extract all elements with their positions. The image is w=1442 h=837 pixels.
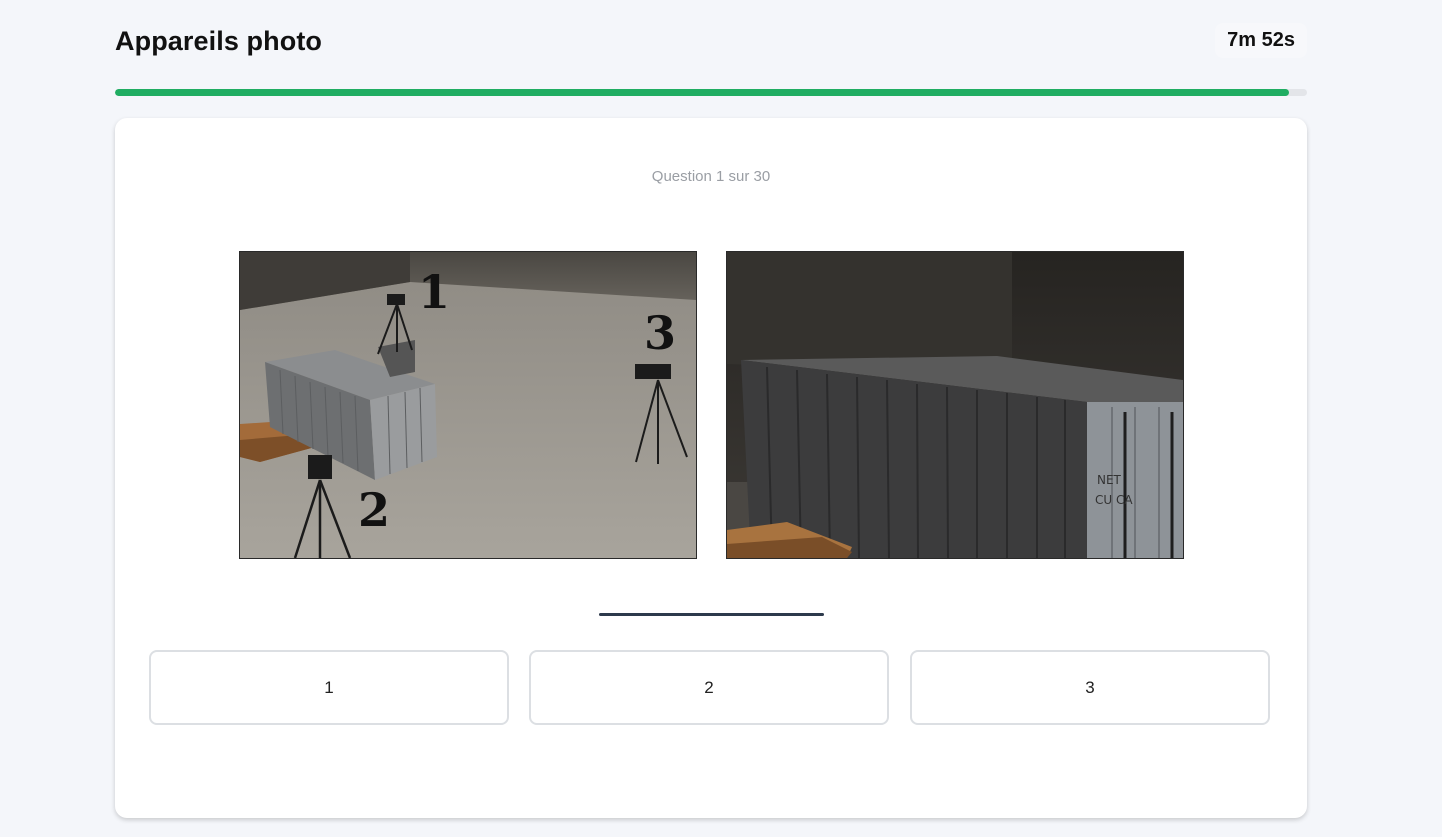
question-card: Question 1 sur 30 1 3 2 NET CU CA 1 2 3 xyxy=(115,118,1307,818)
container-marking-code: CU CA xyxy=(1095,493,1133,507)
container-marking-net: NET xyxy=(1097,473,1122,487)
camera-view-image: NET CU CA xyxy=(726,251,1184,559)
answer-button-2[interactable]: 2 xyxy=(529,650,889,725)
answer-label: 1 xyxy=(324,677,334,697)
overview-scene-image: 1 3 2 xyxy=(239,251,697,559)
page-title: Appareils photo xyxy=(115,26,323,56)
progress-bar-fill xyxy=(115,89,1290,96)
answer-button-3[interactable]: 3 xyxy=(910,650,1270,725)
scene-label-2: 2 xyxy=(358,483,390,537)
scene-label-3: 3 xyxy=(644,306,676,360)
answer-label: 2 xyxy=(704,677,714,697)
timer: 7m 52s xyxy=(1215,23,1307,58)
section-divider xyxy=(599,613,824,616)
quiz-app: Appareils photo 7m 52s Question 1 sur 30 xyxy=(0,0,1442,837)
answer-button-1[interactable]: 1 xyxy=(149,650,509,725)
progress-bar xyxy=(115,89,1307,96)
question-counter: Question 1 sur 30 xyxy=(651,168,771,185)
scene-label-1: 1 xyxy=(418,265,450,319)
answer-label: 3 xyxy=(1085,677,1095,697)
header: Appareils photo 7m 52s xyxy=(115,20,1307,64)
